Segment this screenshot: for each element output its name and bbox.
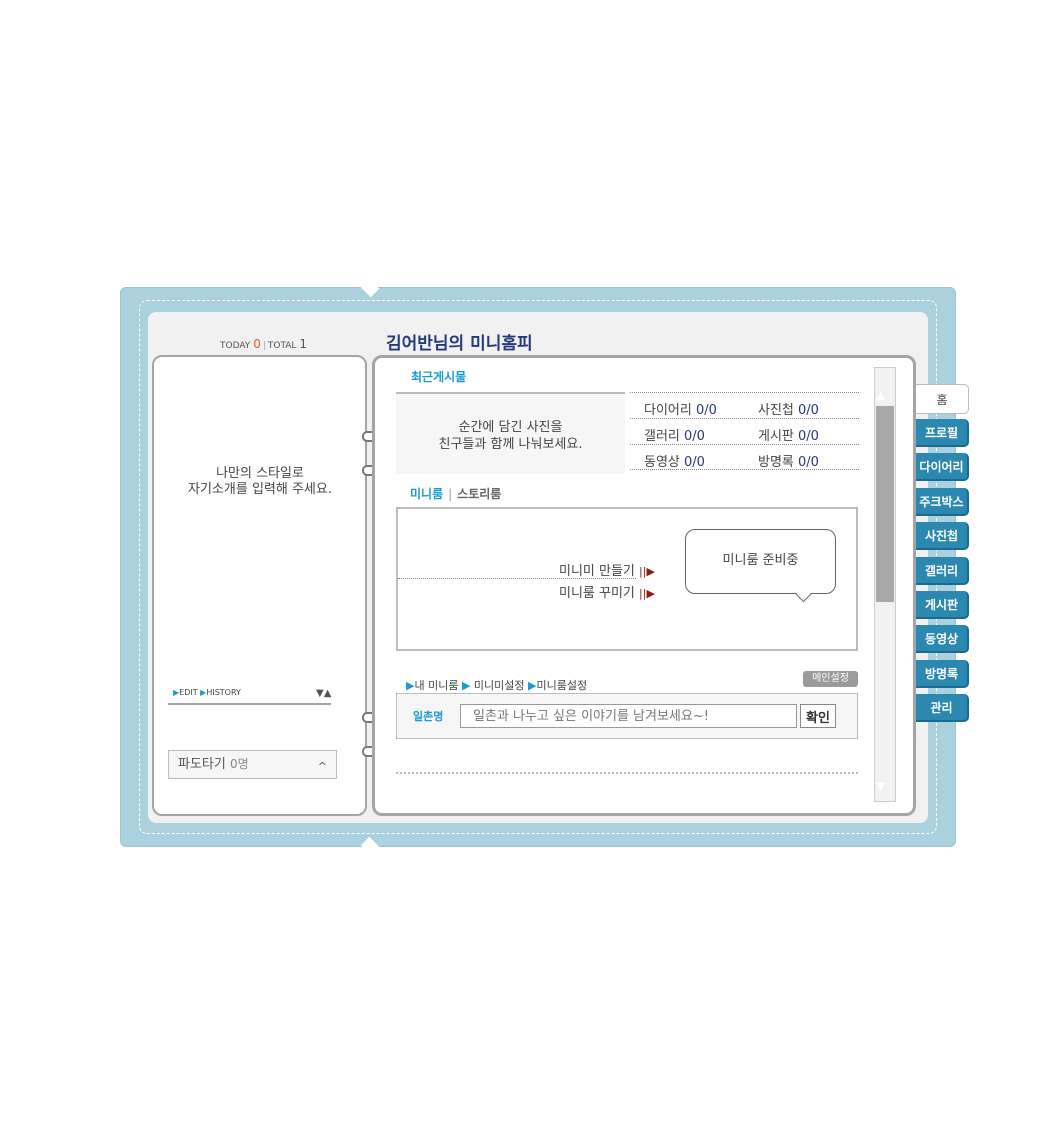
history-link[interactable]: HISTORY	[206, 688, 241, 697]
caret-up-icon: ^	[317, 760, 327, 773]
stat-diary[interactable]: 다이어리 0/0	[644, 399, 717, 418]
profile-intro-line1: 나만의 스타일로	[216, 466, 304, 481]
miniroom-status-bubble: 미니룸 준비중	[685, 529, 836, 594]
tab-photo[interactable]: 사진첩	[916, 522, 969, 550]
tab-separator: |	[448, 487, 453, 501]
tab-video[interactable]: 동영상	[916, 625, 969, 653]
photo-promo[interactable]: 순간에 담긴 사진을 친구들과 함께 나눠보세요.	[396, 392, 625, 474]
my-miniroom-link[interactable]: 내 미니룸	[414, 679, 458, 692]
recent-stats: 다이어리 0/0 사진첩 0/0 갤러리 0/0 게시판 0/0 동영상 0/0…	[630, 392, 859, 470]
tab-diary[interactable]: 다이어리	[916, 453, 969, 481]
profile-edit-row: ▶EDIT ▶HISTORY	[173, 688, 333, 697]
scroll-down-icon[interactable]: ▼	[876, 779, 885, 793]
profile-intro[interactable]: 나만의 스타일로 자기소개를 입력해 주세요.	[160, 466, 360, 498]
profile-divider	[168, 703, 331, 705]
stat-board[interactable]: 게시판 0/0	[758, 425, 819, 444]
total-count: 1	[299, 337, 307, 351]
today-label: TODAY	[220, 341, 251, 351]
confirm-button[interactable]: 확인	[800, 704, 836, 728]
scroll-up-icon[interactable]: ▲	[876, 388, 885, 402]
pado-dropdown[interactable]: 파도타기 0명 ^	[168, 750, 337, 779]
room-tabs: 미니룸 | 스토리룸	[410, 485, 501, 502]
tab-storyroom[interactable]: 스토리룸	[457, 487, 501, 501]
stat-photo[interactable]: 사진첩 0/0	[758, 399, 819, 418]
tab-miniroom[interactable]: 미니룸	[410, 487, 443, 501]
today-count: 0	[253, 337, 261, 351]
tab-jukebox[interactable]: 주크박스	[916, 488, 969, 516]
tab-guestbook[interactable]: 방명록	[916, 660, 969, 688]
make-minimi-link[interactable]: 미니미 만들기 ||▶	[559, 560, 655, 579]
minimi-settings-link[interactable]: 미니미설정	[474, 679, 525, 692]
stats-row: 동영상 0/0 방명록 0/0	[630, 444, 859, 470]
ilchon-name-label: 일촌명	[413, 710, 444, 723]
main-setting-button[interactable]: 메인설정	[803, 671, 858, 687]
counter-separator: |	[262, 341, 266, 351]
photo-promo-line2: 친구들과 함께 나눠보세요.	[438, 437, 583, 452]
visit-counter: TODAY 0 | TOTAL 1	[220, 337, 307, 351]
photo-promo-line1: 순간에 담긴 사진을	[458, 420, 563, 435]
pado-label: 파도타기	[178, 757, 226, 772]
arrow-right-icon: ▶	[461, 679, 471, 692]
tab-gallery[interactable]: 갤러리	[916, 557, 969, 585]
total-label: TOTAL	[267, 341, 297, 351]
miniroom-divider	[398, 578, 636, 579]
miniroom-links: ▶내 미니룸 ▶ 미니미설정 ▶미니룸설정	[406, 677, 587, 693]
tab-board[interactable]: 게시판	[916, 591, 969, 619]
tab-manage[interactable]: 관리	[916, 694, 969, 722]
stat-gallery[interactable]: 갤러리 0/0	[644, 425, 705, 444]
scrollbar-thumb[interactable]	[876, 406, 894, 602]
edit-link[interactable]: EDIT	[179, 688, 197, 697]
bottom-divider	[396, 772, 858, 774]
stat-guestbook[interactable]: 방명록 0/0	[758, 451, 819, 470]
stats-row: 갤러리 0/0 게시판 0/0	[630, 418, 859, 444]
guestbook-input[interactable]	[460, 704, 797, 728]
stat-video[interactable]: 동영상 0/0	[644, 451, 705, 470]
sort-arrows-icon[interactable]: ▼▲	[316, 688, 331, 699]
frame-notch-top	[360, 278, 380, 298]
profile-intro-line2: 자기소개를 입력해 주세요.	[188, 482, 332, 497]
page-title[interactable]: 김어반님의 미니홈피	[386, 329, 533, 354]
arrow-right-icon: ▶	[528, 679, 537, 692]
stats-row: 다이어리 0/0 사진첩 0/0	[630, 392, 859, 418]
miniroom-settings-link[interactable]: 미니룸설정	[537, 679, 588, 692]
profile-panel	[152, 355, 367, 816]
recent-posts-title: 최근게시물	[411, 370, 467, 384]
tab-profile[interactable]: 프로필	[916, 419, 969, 447]
pado-count: 0명	[229, 757, 249, 771]
frame-notch-bottom	[360, 836, 380, 856]
tab-home[interactable]: 홈	[916, 384, 969, 414]
decorate-miniroom-link[interactable]: 미니룸 꾸미기 ||▶	[559, 582, 655, 601]
arrow-right-icon: ||▶	[639, 565, 655, 578]
arrow-right-icon: ||▶	[639, 587, 655, 600]
